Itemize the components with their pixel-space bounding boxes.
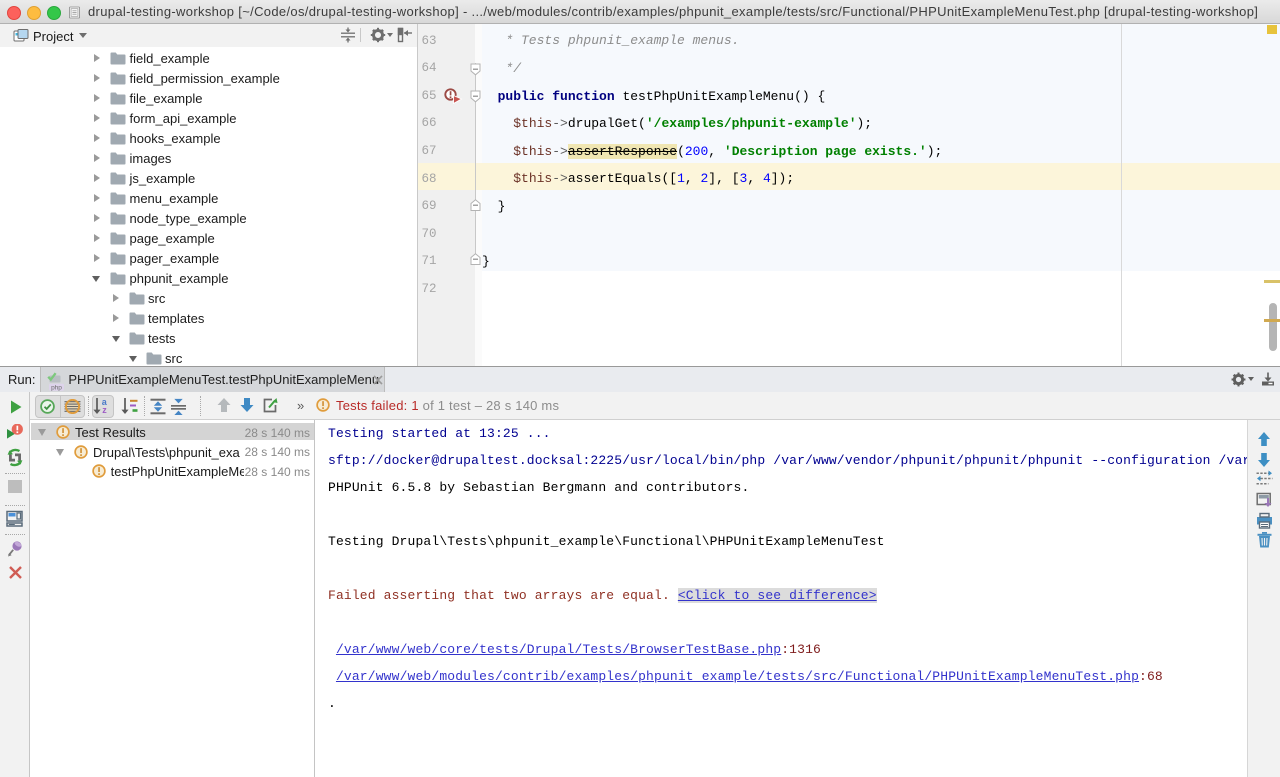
svg-text:z: z [102, 405, 107, 415]
svg-text:php: php [51, 385, 62, 392]
